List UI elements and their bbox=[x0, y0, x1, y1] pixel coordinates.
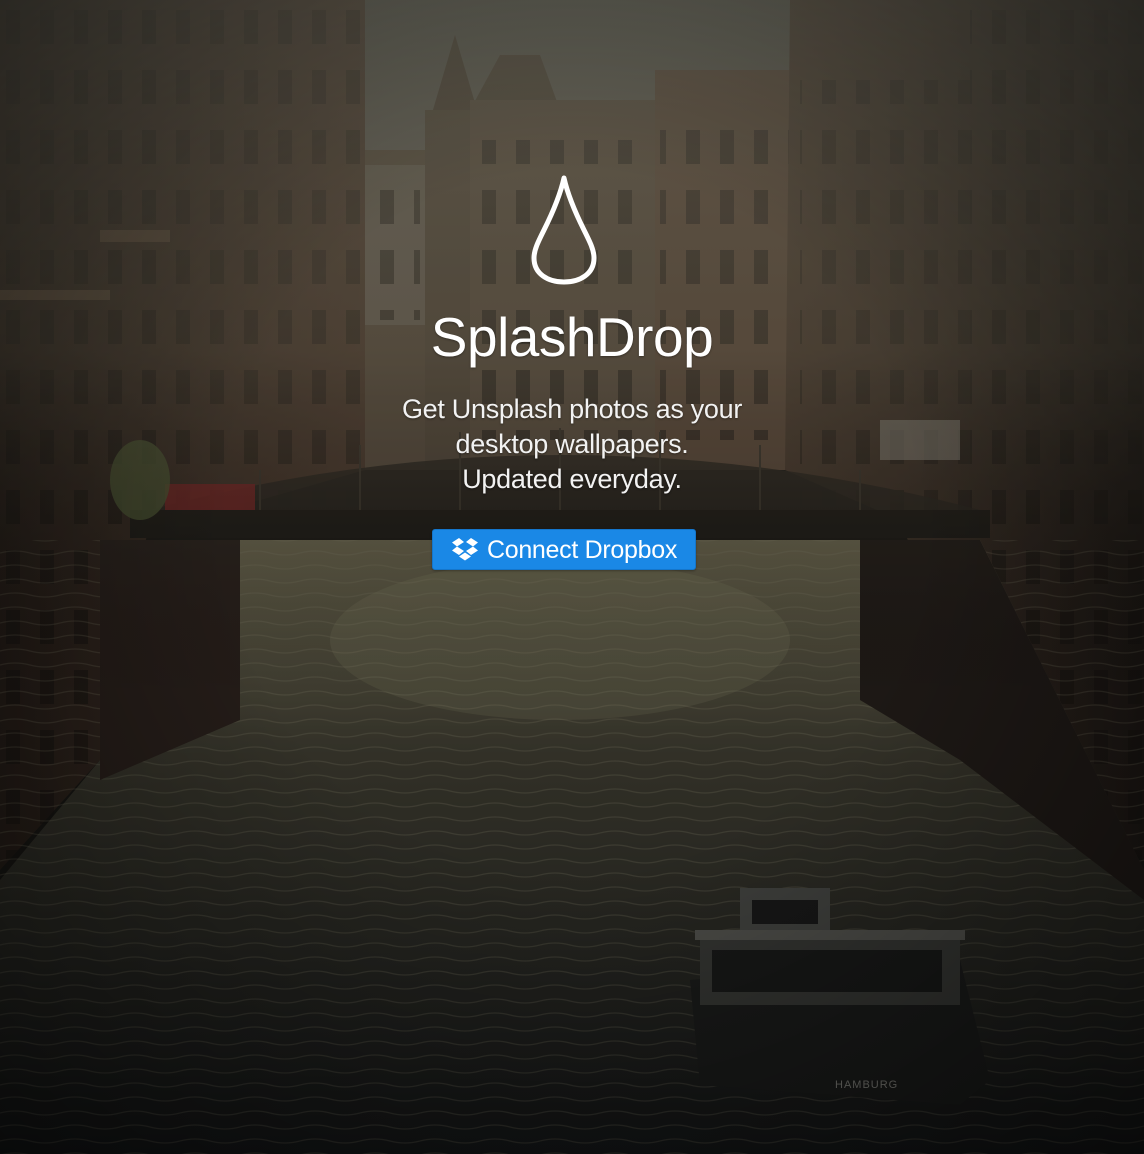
dropbox-icon bbox=[451, 537, 478, 560]
tagline-line-2: desktop wallpapers. bbox=[455, 429, 689, 459]
water-drop-icon bbox=[531, 175, 597, 285]
splashdrop-page: HAMBURG SplashDrop Get Unsplash photos a… bbox=[0, 0, 1144, 1154]
tagline-line-3: Updated everyday. bbox=[462, 464, 682, 494]
tagline: Get Unsplash photos as your desktop wall… bbox=[0, 392, 1144, 497]
connect-dropbox-label: Connect Dropbox bbox=[486, 535, 678, 564]
connect-dropbox-button[interactable]: Connect Dropbox bbox=[432, 529, 696, 570]
tagline-line-1: Get Unsplash photos as your bbox=[401, 394, 743, 424]
app-title: SplashDrop bbox=[430, 306, 714, 368]
